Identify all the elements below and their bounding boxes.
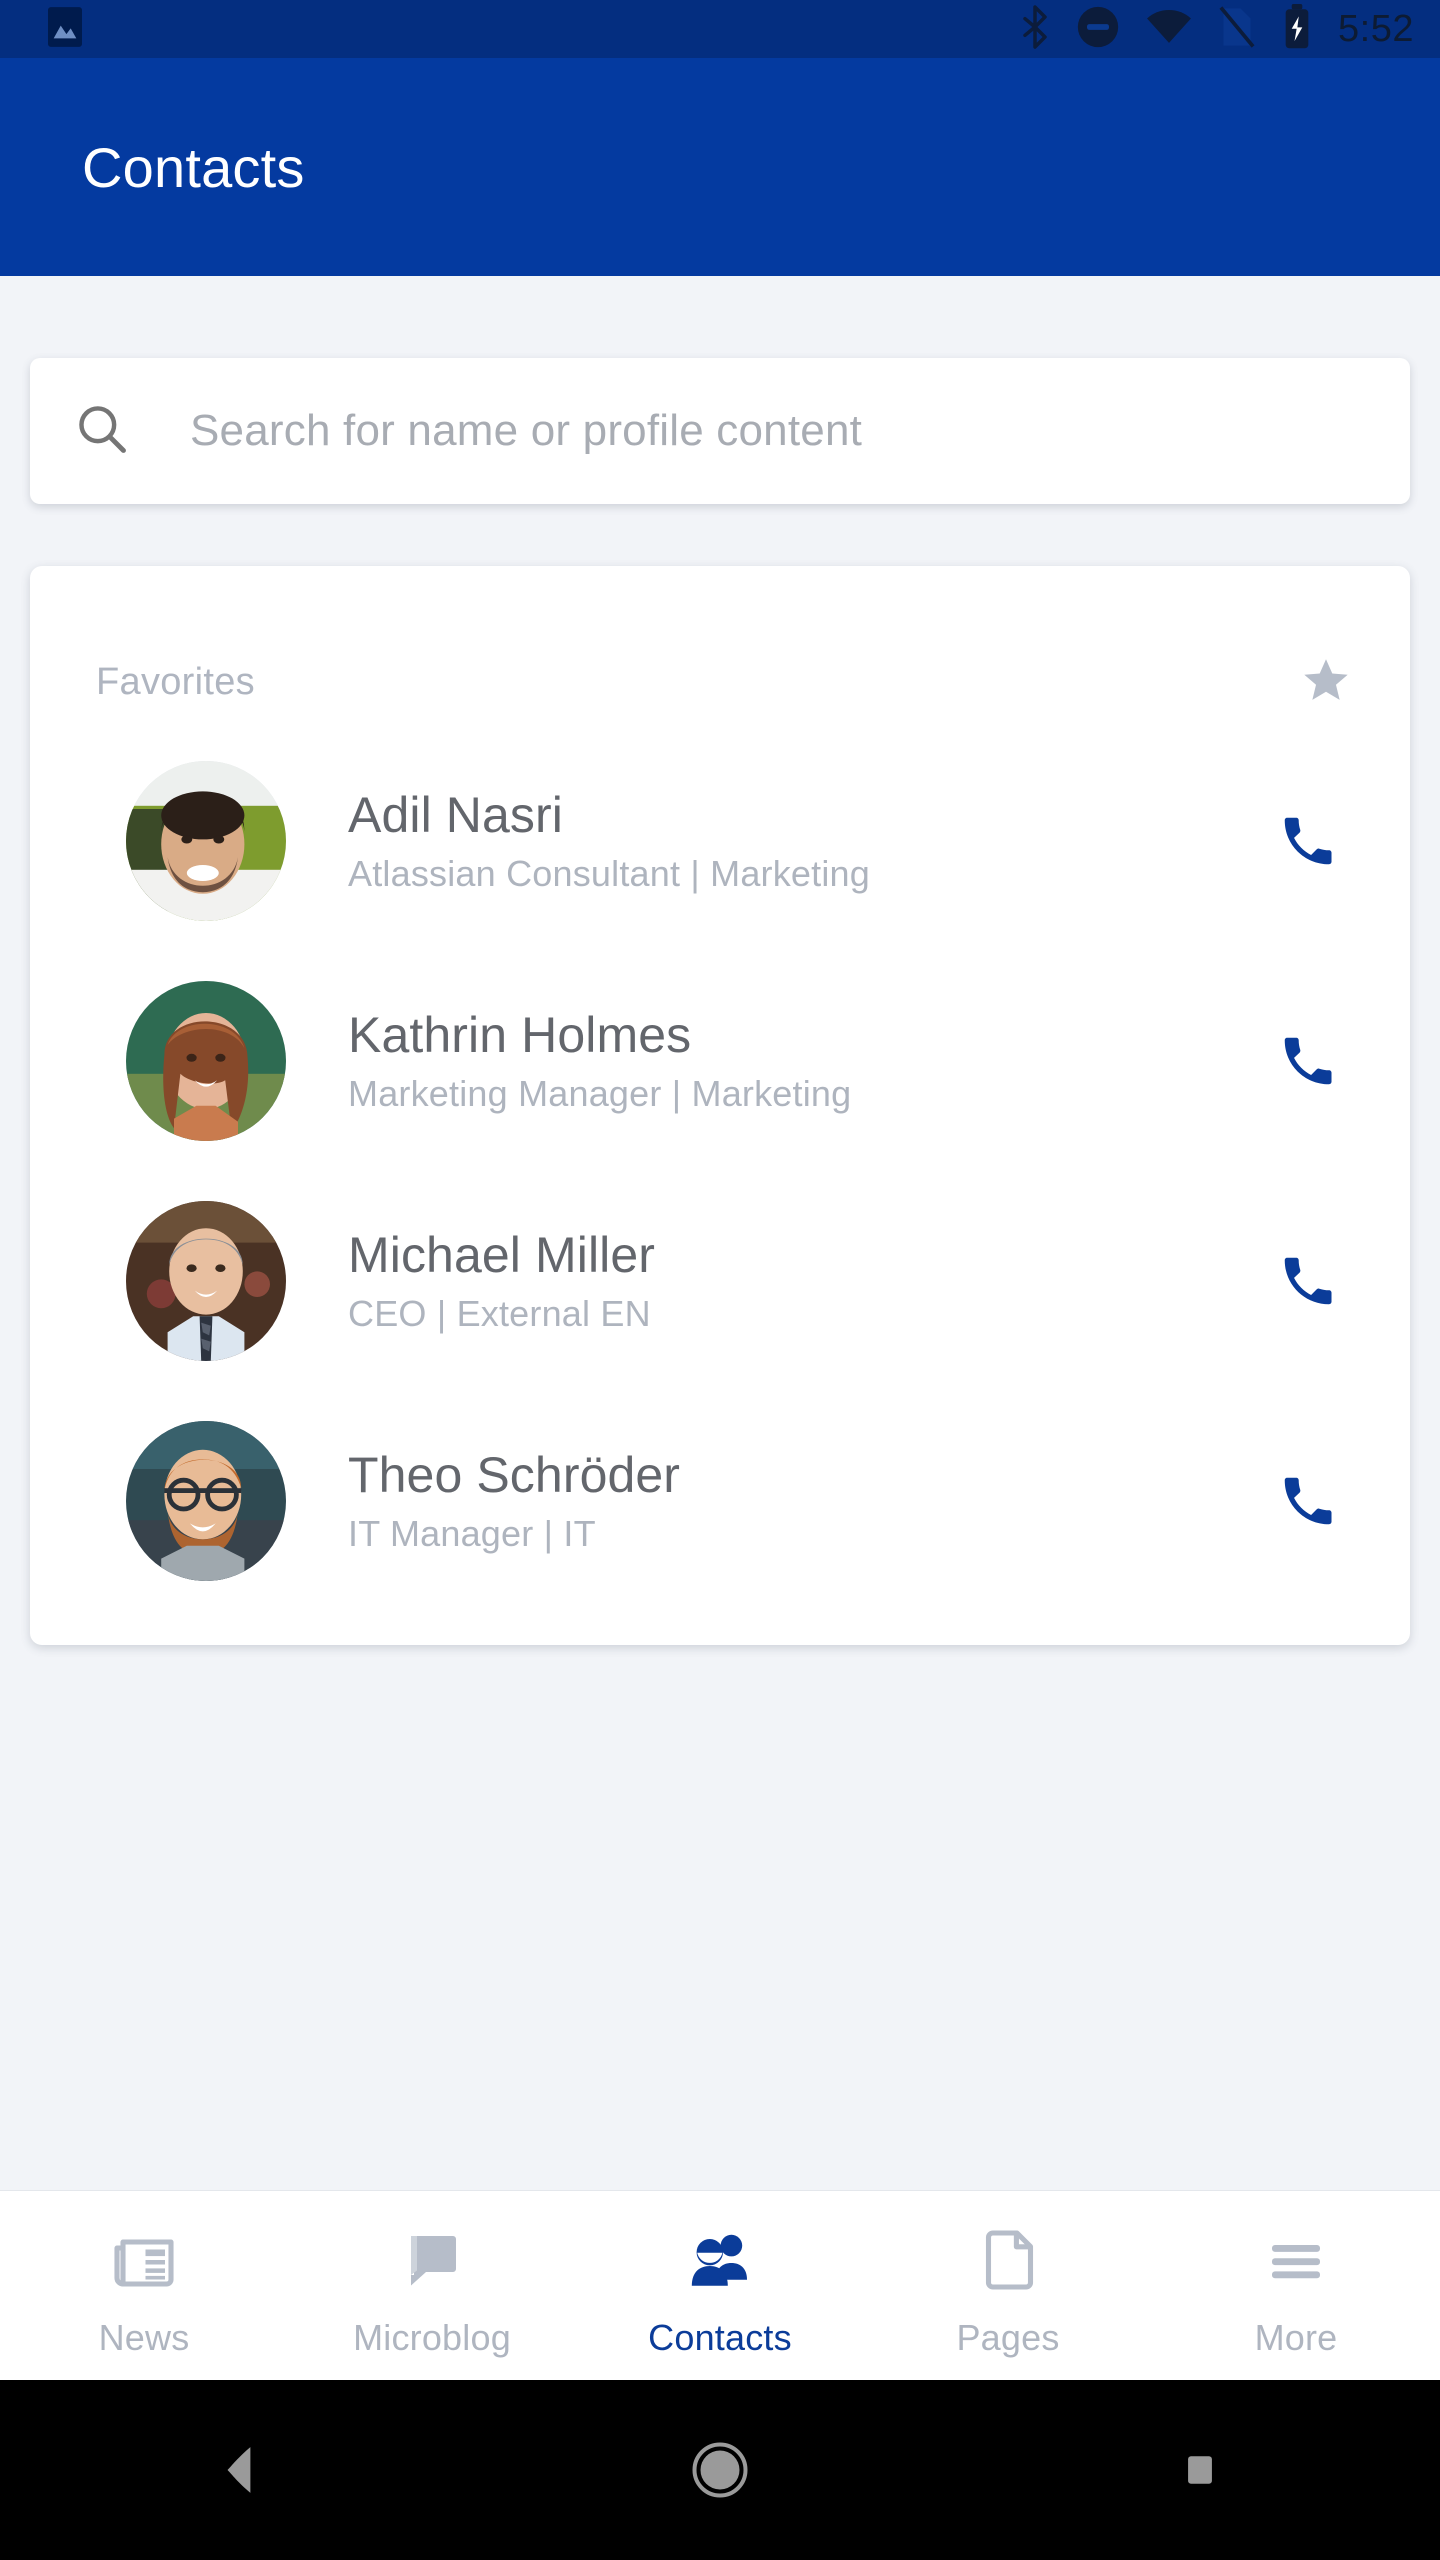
do-not-disturb-icon [1076,5,1120,54]
search-bar[interactable]: Search for name or profile content [30,358,1410,504]
app-bar: Contacts [0,58,1440,276]
contact-name: Michael Miller [348,1227,656,1284]
page-title: Contacts [82,135,305,199]
contact-row[interactable]: Kathrin Holmes Marketing Manager | Marke… [30,971,1410,1151]
nav-item-pages[interactable]: Pages [864,2203,1152,2380]
favorites-label: Favorites [96,661,255,703]
people-icon [684,2224,756,2301]
star-icon[interactable] [1300,654,1352,711]
contact-name: Adil Nasri [348,787,563,844]
contact-info: Theo Schröder IT Manager | IT [348,1447,1260,1554]
main-content: Search for name or profile content Favor… [0,276,1440,2190]
sim-off-icon [1218,5,1256,54]
contact-subtitle: CEO | External EN [348,1293,651,1335]
newspaper-icon [108,2224,180,2301]
avatar [126,1201,286,1361]
phone-screen: 5:52 Contacts Search for name or profile… [0,0,1440,2560]
contact-name: Theo Schröder [348,1447,681,1504]
status-bar-right-icons: 5:52 [1020,3,1414,55]
wifi-icon [1146,7,1192,52]
nav-label-news: News [98,2317,190,2358]
contact-subtitle: IT Manager | IT [348,1513,596,1555]
contact-subtitle: Atlassian Consultant | Marketing [348,853,871,895]
contact-row[interactable]: Adil Nasri Atlassian Consultant | Market… [30,751,1410,931]
nav-label-contacts: Contacts [648,2317,792,2358]
phone-icon[interactable] [1260,1453,1356,1549]
search-icon [74,401,130,462]
phone-icon[interactable] [1260,793,1356,889]
back-button[interactable] [0,2443,480,2497]
contact-name: Kathrin Holmes [348,1007,692,1064]
document-icon [972,2224,1044,2301]
phone-icon[interactable] [1260,1233,1356,1329]
status-bar-left-icons [48,6,82,52]
status-bar: 5:52 [0,0,1440,58]
nav-label-microblog: Microblog [353,2317,511,2358]
status-bar-clock: 5:52 [1338,8,1414,50]
bluetooth-icon [1020,4,1050,54]
android-system-nav [0,2380,1440,2560]
hamburger-menu-icon [1260,2224,1332,2301]
recents-button[interactable] [960,2448,1440,2492]
nav-label-more: More [1254,2317,1338,2358]
nav-item-more[interactable]: More [1152,2203,1440,2380]
home-button[interactable] [480,2440,960,2500]
photo-icon [48,6,82,52]
nav-item-news[interactable]: News [0,2203,288,2380]
phone-icon[interactable] [1260,1013,1356,1109]
avatar [126,1421,286,1581]
favorites-section-header: Favorites [30,566,1410,711]
contact-row[interactable]: Theo Schröder IT Manager | IT [30,1411,1410,1591]
contact-info: Michael Miller CEO | External EN [348,1227,1260,1334]
chat-bubble-icon [396,2224,468,2301]
bottom-navigation: News Microblog Contacts Pages More [0,2190,1440,2380]
avatar [126,761,286,921]
contact-info: Kathrin Holmes Marketing Manager | Marke… [348,1007,1260,1114]
contact-subtitle: Marketing Manager | Marketing [348,1073,852,1115]
nav-item-microblog[interactable]: Microblog [288,2203,576,2380]
nav-label-pages: Pages [956,2317,1060,2358]
contact-info: Adil Nasri Atlassian Consultant | Market… [348,787,1260,894]
nav-item-contacts[interactable]: Contacts [576,2203,864,2380]
search-input[interactable]: Search for name or profile content [190,406,862,456]
battery-charging-icon [1282,3,1312,55]
favorites-card: Favorites Adil Nasri Atlassian Consultan… [30,566,1410,1645]
contact-row[interactable]: Michael Miller CEO | External EN [30,1191,1410,1371]
avatar [126,981,286,1141]
